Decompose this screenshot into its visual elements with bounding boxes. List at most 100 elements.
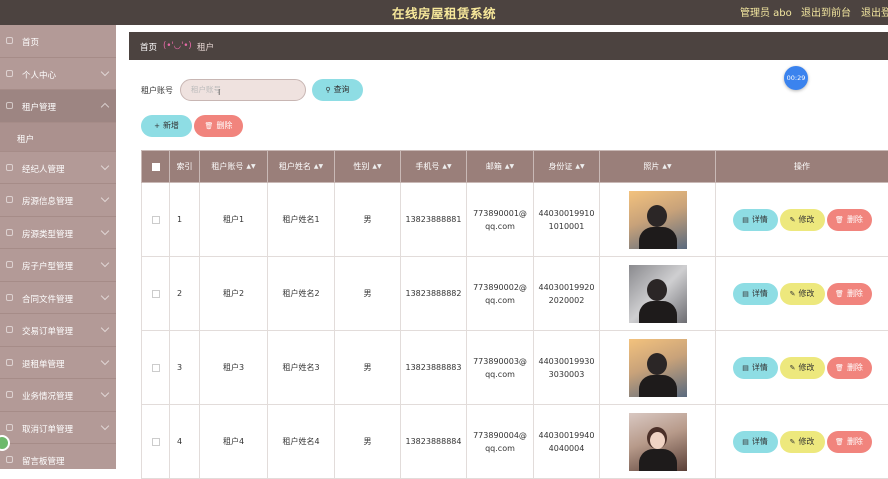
row-actions: ▤详情✎修改🗑删除	[716, 183, 888, 257]
admin-label: 管理员 abo	[740, 4, 792, 19]
sidebar-item-checkout-mgmt[interactable]: 退租单管理	[0, 347, 116, 380]
edit-button[interactable]: ✎修改	[780, 209, 825, 231]
tenant-photo[interactable]	[629, 265, 687, 323]
tenant-photo[interactable]	[629, 339, 687, 397]
header-gender[interactable]: 性别▲▼	[335, 151, 401, 183]
top-bar: 在线房屋租赁系统 管理员 abo 退出到前台 退出登	[0, 0, 888, 25]
sidebar-item-label: 合同文件管理	[22, 293, 73, 305]
row-id-card-text: 440300199202020002	[534, 281, 599, 307]
back-to-front-link[interactable]: 退出到前台	[801, 4, 851, 19]
sidebar-item-tenant-mgmt[interactable]: 租户管理	[0, 90, 116, 123]
sidebar-subitem-tenant[interactable]: 租户	[0, 123, 116, 152]
add-button-label: 新增	[163, 121, 179, 130]
edit-button-label: 修改	[798, 289, 814, 298]
row-photo-cell	[600, 405, 716, 479]
row-checkbox[interactable]	[152, 290, 160, 298]
folder-icon	[6, 391, 13, 398]
search-input[interactable]: 租户账号	[180, 79, 306, 101]
row-phone: 13823888883	[401, 331, 467, 405]
sort-icon[interactable]: ▲▼	[442, 163, 451, 170]
row-checkbox[interactable]	[152, 216, 160, 224]
folder-icon	[6, 102, 13, 109]
search-icon: ⚲	[325, 86, 330, 94]
sidebar-item-order-mgmt[interactable]: 交易订单管理	[0, 314, 116, 347]
pencil-icon: ✎	[790, 216, 796, 224]
header-account[interactable]: 租户账号▲▼	[200, 151, 268, 183]
logout-link[interactable]: 退出登	[861, 4, 888, 19]
photo-head-shape	[647, 205, 667, 227]
tenant-photo[interactable]	[629, 413, 687, 471]
sidebar-item-cancel-order-mgmt[interactable]: 取消订单管理	[0, 412, 116, 445]
select-all-header[interactable]	[142, 151, 170, 183]
row-checkbox[interactable]	[152, 438, 160, 446]
sidebar-item-home[interactable]: 首页	[0, 25, 116, 58]
header-email[interactable]: 邮箱▲▼	[467, 151, 534, 183]
detail-button-label: 详情	[752, 215, 768, 224]
sidebar-item-label: 业务情况管理	[22, 390, 73, 402]
sidebar-item-message-mgmt[interactable]: 留言板管理	[0, 444, 116, 469]
header-id-card[interactable]: 身份证▲▼	[534, 151, 600, 183]
edit-button[interactable]: ✎修改	[780, 283, 825, 305]
sidebar-item-floorplan-mgmt[interactable]: 房子户型管理	[0, 249, 116, 282]
timer-badge: 00:29	[784, 66, 808, 90]
row-email: 773890004@qq.com	[467, 405, 534, 479]
document-icon: ▤	[742, 438, 749, 446]
row-id-card: 440300199101010001	[534, 183, 600, 257]
sort-icon[interactable]: ▲▼	[372, 163, 381, 170]
row-select-cell[interactable]	[142, 183, 170, 257]
batch-delete-button[interactable]: 🗑删除	[194, 115, 243, 137]
sidebar-item-listing-mgmt[interactable]: 房源信息管理	[0, 184, 116, 217]
row-id-card-text: 440300199303030003	[534, 355, 599, 381]
row-select-cell[interactable]	[142, 331, 170, 405]
sort-icon[interactable]: ▲▼	[246, 163, 255, 170]
delete-button[interactable]: 🗑删除	[827, 209, 872, 231]
header-name[interactable]: 租户姓名▲▼	[268, 151, 335, 183]
row-checkbox[interactable]	[152, 364, 160, 372]
row-name: 租户姓名1	[268, 183, 335, 257]
delete-button[interactable]: 🗑删除	[827, 431, 872, 453]
delete-button[interactable]: 🗑删除	[827, 283, 872, 305]
sidebar-item-label: 退租单管理	[22, 358, 65, 370]
add-button[interactable]: +新增	[141, 115, 192, 137]
sidebar-item-label: 取消订单管理	[22, 423, 73, 435]
tenant-photo[interactable]	[629, 191, 687, 249]
detail-button[interactable]: ▤详情	[733, 209, 778, 231]
breadcrumb-home[interactable]: 首页	[140, 41, 157, 53]
sidebar-item-business-mgmt[interactable]: 业务情况管理	[0, 379, 116, 412]
sort-icon[interactable]: ▲▼	[575, 163, 584, 170]
sidebar-item-contract-mgmt[interactable]: 合同文件管理	[0, 282, 116, 315]
detail-button-label: 详情	[752, 363, 768, 372]
select-all-checkbox[interactable]	[152, 163, 160, 171]
search-label: 租户账号	[141, 85, 173, 96]
row-index: 1	[170, 183, 200, 257]
edit-button[interactable]: ✎修改	[780, 357, 825, 379]
detail-button[interactable]: ▤详情	[733, 283, 778, 305]
sort-icon[interactable]: ▲▼	[314, 163, 323, 170]
sidebar-item-agent-mgmt[interactable]: 经纪人管理	[0, 152, 116, 185]
sort-icon[interactable]: ▲▼	[662, 163, 671, 170]
batch-delete-button-label: 删除	[216, 121, 232, 130]
row-name: 租户姓名3	[268, 331, 335, 405]
tenant-table: 索引 租户账号▲▼ 租户姓名▲▼ 性别▲▼ 手机号▲▼ 邮箱▲▼ 身份证▲▼ 照…	[141, 150, 888, 479]
detail-button[interactable]: ▤详情	[733, 357, 778, 379]
delete-button-label: 删除	[847, 289, 863, 298]
sidebar-item-profile[interactable]: 个人中心	[0, 58, 116, 91]
home-icon	[6, 37, 13, 44]
row-photo-cell	[600, 183, 716, 257]
breadcrumb: 首页 (•'◡'•) 租户	[129, 32, 888, 60]
delete-button[interactable]: 🗑删除	[827, 357, 872, 379]
detail-button[interactable]: ▤详情	[733, 431, 778, 453]
header-photo[interactable]: 照片▲▼	[600, 151, 716, 183]
query-button[interactable]: ⚲查询	[312, 79, 363, 101]
row-index: 2	[170, 257, 200, 331]
header-phone[interactable]: 手机号▲▼	[401, 151, 467, 183]
edit-button-label: 修改	[798, 363, 814, 372]
edit-button[interactable]: ✎修改	[780, 431, 825, 453]
row-select-cell[interactable]	[142, 257, 170, 331]
sidebar-item-listing-type-mgmt[interactable]: 房源类型管理	[0, 217, 116, 250]
table-row: 1租户1租户姓名1男13823888881773890001@qq.com440…	[142, 183, 888, 257]
sort-icon[interactable]: ▲▼	[505, 163, 514, 170]
row-select-cell[interactable]	[142, 405, 170, 479]
photo-body-shape	[639, 227, 677, 249]
folder-icon	[6, 196, 13, 203]
